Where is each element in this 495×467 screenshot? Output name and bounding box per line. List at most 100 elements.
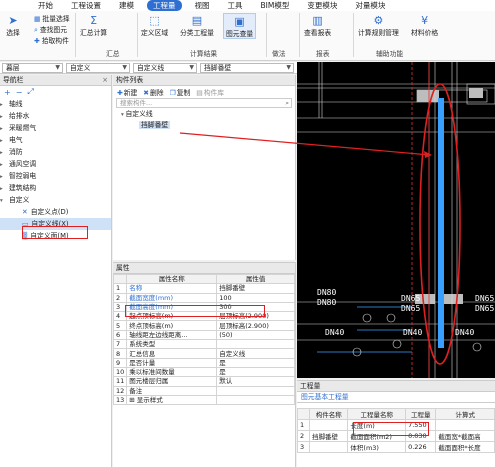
menu-project-settings[interactable]: 工程设置 <box>62 0 110 11</box>
classify-qty-button[interactable]: ▤ 分类工程量 <box>180 13 214 38</box>
tree-child[interactable]: 挡脚番壁 <box>113 120 295 131</box>
nav-toolbar: + − ⤢ <box>0 86 111 98</box>
props-col-index <box>112 273 128 285</box>
property-value[interactable]: 层顶标高(2.900) <box>216 320 295 331</box>
tree-parent[interactable]: ▾ 自定义线 <box>113 109 295 120</box>
property-index: 2 <box>112 292 128 303</box>
nav-item-weak-current[interactable]: ▸ 智控弱电 <box>0 170 111 182</box>
qty-name: 截面面积(m2) <box>347 430 407 442</box>
menu-bim[interactable]: BIM模型 <box>252 0 299 11</box>
table-row[interactable]: 2 挡脚番壁 截面面积(m2) 0.030 截面宽*截面高 <box>297 430 495 442</box>
property-row[interactable]: 11 图元楼层归属 默认 <box>112 376 295 387</box>
select-button[interactable]: ➤ 选择 <box>4 13 22 38</box>
nav-item-water[interactable]: ▸ 给排水 <box>0 110 111 122</box>
find-element-button[interactable]: ⌕ 查找图元 <box>34 24 67 35</box>
gear-icon: ⚙ <box>373 13 384 27</box>
nav-subitem-custom-point[interactable]: ✕ 自定义点(D) <box>0 206 111 218</box>
summary-calc-button[interactable]: Σ 汇总计算 <box>80 13 107 38</box>
nav-item-hvac[interactable]: ▸ 通风空调 <box>0 158 111 170</box>
close-icon[interactable]: × <box>102 75 108 86</box>
property-row[interactable]: 8 汇总信息 自定义线 <box>112 348 295 359</box>
view-report-button[interactable]: ▥ 查看报表 <box>304 13 331 38</box>
property-value[interactable] <box>216 385 295 396</box>
property-row[interactable]: 6 轴线距左边线距离... (50) <box>112 329 295 341</box>
property-index: 4 <box>112 311 128 322</box>
property-row[interactable]: 10 乘以标准间数量是 <box>112 366 295 378</box>
calc-manage-button[interactable]: ⚙ 计算规则管理 <box>358 13 399 38</box>
pick-component-button[interactable]: ✚ 拾取构件 <box>34 35 69 45</box>
property-value[interactable]: 300 <box>216 301 295 313</box>
qty-index: 1 <box>297 419 310 431</box>
floor-select[interactable]: 暮层 ▼ <box>2 63 63 73</box>
nav-item-fire[interactable]: ▸ 消防 <box>0 146 111 158</box>
component-select[interactable]: 挡脚番壁 ▼ <box>200 63 294 73</box>
menu-start[interactable]: 开始 <box>0 0 62 11</box>
property-value[interactable]: 是 <box>216 357 295 368</box>
nav-subitem-custom-face[interactable]: ▒ 自定义面(M) <box>0 230 111 242</box>
nav-item-structure[interactable]: ▸ 建筑结构 <box>0 182 111 194</box>
drawing-canvas[interactable]: DN80 DN80 DN65 DN65 DN65 DN65 DN40 DN40 … <box>297 62 495 378</box>
nav-item-electric[interactable]: ▸ 电气 <box>0 134 111 146</box>
property-value[interactable]: (50) <box>216 329 295 341</box>
property-value[interactable]: 100 <box>216 292 295 303</box>
define-region-button[interactable]: ⬚ 定义区域 <box>141 13 168 38</box>
qty-value: 0.226 <box>405 441 437 453</box>
menu-compare[interactable]: 对量模块 <box>346 0 394 11</box>
pipe-label: DN40 <box>325 328 345 337</box>
property-value[interactable]: 默认 <box>216 376 295 387</box>
delete-button[interactable]: ✖删除 <box>143 87 163 97</box>
copy-button[interactable]: ❐复制 <box>170 87 191 97</box>
property-row[interactable]: 9 是否计量是 <box>112 357 295 368</box>
new-button[interactable]: ✚新建 <box>117 87 137 97</box>
menu-modeling[interactable]: 建模 <box>110 0 143 11</box>
property-row[interactable]: 3 截面高度(mm) 300 <box>112 301 295 313</box>
pipe-label: DN40 <box>403 328 423 337</box>
property-row[interactable]: 12 备注 <box>112 385 295 396</box>
property-row[interactable]: 2 截面宽度(mm) 100 <box>112 292 295 303</box>
qty-name: 长度(m) <box>347 419 407 431</box>
nav-item-axis[interactable]: ▸ 轴线 <box>0 98 111 110</box>
property-value[interactable]: 是 <box>216 366 295 378</box>
material-price-button[interactable]: ¥ 材料价格 <box>411 13 438 38</box>
minus-icon[interactable]: − <box>16 88 23 97</box>
property-value[interactable] <box>216 394 295 406</box>
property-row[interactable]: 5 终点顶标高(m) 层顶标高(2.900) <box>112 320 295 331</box>
quantity-panel: 工程量 图元基本工程量 构件名称 工程量名称 工程量 计算式 1 长度(m) 7.5… <box>297 380 495 467</box>
batch-select-button[interactable]: ▦ 批量选择 <box>34 13 70 23</box>
table-row[interactable]: 1 长度(m) 7.550 <box>297 419 495 431</box>
expand-icon[interactable]: ⤢ <box>27 87 33 97</box>
chevron-down-icon: ▼ <box>189 64 194 71</box>
property-row[interactable]: 1 名称 挡脚番壁 <box>112 283 295 294</box>
type-select[interactable]: 自定义 ▼ <box>66 63 130 73</box>
property-row[interactable]: 4 起点顶标高(m) 层顶标高(2.900) <box>112 311 295 322</box>
property-row[interactable]: 13 ⊞ 显示样式 <box>112 394 295 406</box>
menu-view[interactable]: 视图 <box>186 0 219 11</box>
tab-element-basic-qty[interactable]: 图元基本工程量 <box>297 392 495 403</box>
nav-item-heating[interactable]: ▸ 采暖燃气 <box>0 122 111 134</box>
menu-quantity[interactable]: 工程量 <box>147 0 182 11</box>
ribbon-divider <box>137 13 138 57</box>
property-value[interactable]: 层顶标高(2.900) <box>216 311 295 322</box>
group-practice: 做法 <box>272 50 286 58</box>
table-row[interactable]: 3 体积(m3) 0.226 截面面积*长度 <box>297 441 495 453</box>
property-index: 3 <box>112 301 128 313</box>
subtype-select[interactable]: 自定义线 ▼ <box>133 63 197 73</box>
nav-subitem-custom-line[interactable]: ▭ 自定义线(X) <box>0 218 111 230</box>
library-button[interactable]: ▤构件库 <box>196 87 224 97</box>
selected-pipe[interactable] <box>438 98 444 348</box>
nav-header: 导航栏 × <box>0 75 111 86</box>
nav-item-custom[interactable]: ▾ 自定义 <box>0 194 111 206</box>
add-icon[interactable]: + <box>4 88 11 97</box>
property-value[interactable]: 自定义线 <box>216 348 295 359</box>
property-value[interactable] <box>216 339 295 350</box>
menu-bar: 开始 工程设置 建模 工程量 视图 工具 BIM模型 变更模块 对量模块 <box>0 0 495 11</box>
component-search-input[interactable]: 搜索构件... ⌕ <box>116 98 292 108</box>
qty-component <box>308 419 349 431</box>
pipe-label: DN65 <box>475 304 495 313</box>
navigation-panel: 导航栏 × + − ⤢ ▸ 轴线 ▸ 给排水 ▸ 采暖燃气 ▸ 电气 ▸ 消防 ▸ 通风空调 … <box>0 75 112 467</box>
property-row[interactable]: 7 系统类型 <box>112 339 295 350</box>
property-value[interactable]: 挡脚番壁 <box>216 283 295 294</box>
element-qty-button[interactable]: ▣ 图元查量 <box>223 13 257 39</box>
menu-change[interactable]: 变更模块 <box>298 0 346 11</box>
menu-tools[interactable]: 工具 <box>219 0 252 11</box>
